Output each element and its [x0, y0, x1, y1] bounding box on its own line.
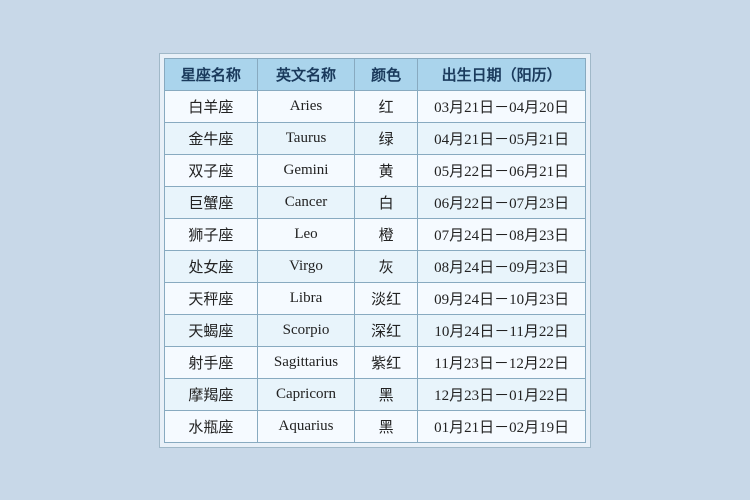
table-row: 摩羯座Capricorn黑12月23日－01月22日: [164, 378, 585, 410]
zodiac-table-container: 星座名称 英文名称 颜色 出生日期（阳历） 白羊座Aries红03月21日－04…: [159, 53, 591, 448]
cell-english-name: Cancer: [257, 186, 354, 218]
header-dates: 出生日期（阳历）: [418, 58, 586, 90]
table-row: 天蝎座Scorpio深红10月24日－11月22日: [164, 314, 585, 346]
cell-color: 黄: [355, 154, 418, 186]
cell-color: 绿: [355, 122, 418, 154]
cell-dates: 12月23日－01月22日: [418, 378, 586, 410]
cell-color: 黑: [355, 410, 418, 442]
cell-dates: 03月21日－04月20日: [418, 90, 586, 122]
cell-chinese-name: 天蝎座: [164, 314, 257, 346]
cell-chinese-name: 水瓶座: [164, 410, 257, 442]
cell-chinese-name: 处女座: [164, 250, 257, 282]
cell-english-name: Leo: [257, 218, 354, 250]
cell-color: 白: [355, 186, 418, 218]
table-body: 白羊座Aries红03月21日－04月20日金牛座Taurus绿04月21日－0…: [164, 90, 585, 442]
cell-english-name: Sagittarius: [257, 346, 354, 378]
cell-chinese-name: 射手座: [164, 346, 257, 378]
cell-color: 黑: [355, 378, 418, 410]
table-row: 金牛座Taurus绿04月21日－05月21日: [164, 122, 585, 154]
cell-chinese-name: 摩羯座: [164, 378, 257, 410]
table-row: 狮子座Leo橙07月24日－08月23日: [164, 218, 585, 250]
cell-color: 红: [355, 90, 418, 122]
cell-dates: 10月24日－11月22日: [418, 314, 586, 346]
cell-color: 紫红: [355, 346, 418, 378]
cell-english-name: Capricorn: [257, 378, 354, 410]
cell-dates: 08月24日－09月23日: [418, 250, 586, 282]
cell-chinese-name: 巨蟹座: [164, 186, 257, 218]
cell-english-name: Virgo: [257, 250, 354, 282]
cell-dates: 06月22日－07月23日: [418, 186, 586, 218]
cell-chinese-name: 双子座: [164, 154, 257, 186]
cell-english-name: Aquarius: [257, 410, 354, 442]
cell-chinese-name: 白羊座: [164, 90, 257, 122]
header-color: 颜色: [355, 58, 418, 90]
table-row: 天秤座Libra淡红09月24日－10月23日: [164, 282, 585, 314]
cell-color: 灰: [355, 250, 418, 282]
cell-english-name: Aries: [257, 90, 354, 122]
cell-english-name: Gemini: [257, 154, 354, 186]
cell-color: 淡红: [355, 282, 418, 314]
cell-dates: 04月21日－05月21日: [418, 122, 586, 154]
cell-dates: 01月21日－02月19日: [418, 410, 586, 442]
cell-chinese-name: 狮子座: [164, 218, 257, 250]
cell-color: 深红: [355, 314, 418, 346]
cell-english-name: Scorpio: [257, 314, 354, 346]
header-english-name: 英文名称: [257, 58, 354, 90]
header-chinese-name: 星座名称: [164, 58, 257, 90]
cell-chinese-name: 天秤座: [164, 282, 257, 314]
cell-dates: 11月23日－12月22日: [418, 346, 586, 378]
cell-english-name: Taurus: [257, 122, 354, 154]
cell-chinese-name: 金牛座: [164, 122, 257, 154]
table-row: 巨蟹座Cancer白06月22日－07月23日: [164, 186, 585, 218]
table-header-row: 星座名称 英文名称 颜色 出生日期（阳历）: [164, 58, 585, 90]
zodiac-table: 星座名称 英文名称 颜色 出生日期（阳历） 白羊座Aries红03月21日－04…: [164, 58, 586, 443]
table-row: 白羊座Aries红03月21日－04月20日: [164, 90, 585, 122]
cell-english-name: Libra: [257, 282, 354, 314]
cell-dates: 05月22日－06月21日: [418, 154, 586, 186]
cell-dates: 09月24日－10月23日: [418, 282, 586, 314]
table-row: 双子座Gemini黄05月22日－06月21日: [164, 154, 585, 186]
table-row: 处女座Virgo灰08月24日－09月23日: [164, 250, 585, 282]
table-row: 水瓶座Aquarius黑01月21日－02月19日: [164, 410, 585, 442]
cell-dates: 07月24日－08月23日: [418, 218, 586, 250]
cell-color: 橙: [355, 218, 418, 250]
table-row: 射手座Sagittarius紫红11月23日－12月22日: [164, 346, 585, 378]
